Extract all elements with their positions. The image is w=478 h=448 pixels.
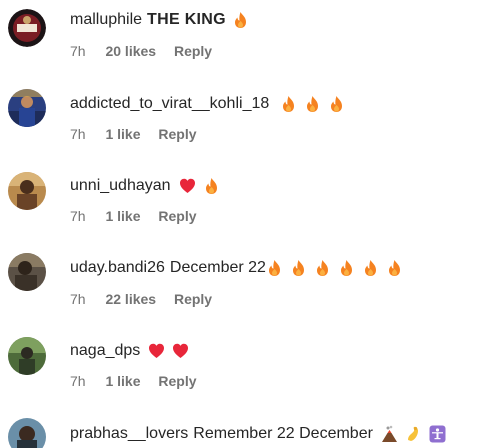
volcano-emoji bbox=[381, 425, 398, 443]
user-avatar[interactable] bbox=[8, 418, 46, 448]
comment-emojis bbox=[280, 95, 352, 113]
comment-time: 7h bbox=[70, 373, 86, 389]
red-heart-emoji bbox=[179, 177, 196, 195]
comment-username[interactable]: addicted_to_virat__kohli_18 bbox=[70, 94, 269, 114]
comment-likes[interactable]: 1 like bbox=[105, 373, 140, 389]
reply-button[interactable]: Reply bbox=[174, 291, 212, 307]
comment-emojis bbox=[266, 259, 410, 277]
fire-emoji bbox=[280, 95, 297, 113]
red-heart-emoji bbox=[172, 342, 189, 360]
person-lifting-weights-emoji bbox=[429, 425, 446, 443]
comment-text: December 22 bbox=[169, 259, 266, 276]
fire-emoji bbox=[266, 259, 283, 277]
reply-button[interactable]: Reply bbox=[158, 208, 196, 224]
comment-time: 7h bbox=[70, 208, 86, 224]
fire-emoji bbox=[338, 259, 355, 277]
comment-time: 7h bbox=[70, 43, 86, 59]
user-avatar[interactable] bbox=[8, 337, 46, 375]
comment-time: 7h bbox=[70, 126, 86, 142]
fire-emoji bbox=[362, 259, 379, 277]
comment-time: 7h bbox=[70, 291, 86, 307]
comment-username[interactable]: unni_udhayan bbox=[70, 176, 171, 196]
user-avatar[interactable] bbox=[8, 253, 46, 291]
user-avatar[interactable] bbox=[8, 172, 46, 210]
comment-text: THE KING bbox=[147, 11, 226, 28]
comment-text: Remember 22 December bbox=[193, 425, 373, 442]
fire-emoji bbox=[203, 177, 220, 195]
comment-username[interactable]: naga_dps bbox=[70, 341, 140, 361]
fire-emoji bbox=[232, 11, 249, 29]
comment-likes[interactable]: 20 likes bbox=[105, 43, 156, 59]
fire-emoji bbox=[304, 95, 321, 113]
reply-button[interactable]: Reply bbox=[174, 43, 212, 59]
comment-emojis bbox=[179, 177, 227, 195]
fire-emoji bbox=[314, 259, 331, 277]
fire-emoji bbox=[290, 259, 307, 277]
comment-likes[interactable]: 1 like bbox=[105, 208, 140, 224]
fire-emoji bbox=[328, 95, 345, 113]
reply-button[interactable]: Reply bbox=[158, 126, 196, 142]
comment-username[interactable]: prabhas__lovers bbox=[70, 424, 188, 444]
comment-emojis bbox=[232, 11, 256, 29]
comment-username[interactable]: malluphile bbox=[70, 10, 142, 30]
comment-likes[interactable]: 1 like bbox=[105, 126, 140, 142]
user-avatar[interactable] bbox=[8, 9, 46, 47]
red-heart-emoji bbox=[148, 342, 165, 360]
fire-emoji bbox=[386, 259, 403, 277]
comment-likes[interactable]: 22 likes bbox=[105, 291, 156, 307]
reply-button[interactable]: Reply bbox=[158, 373, 196, 389]
user-avatar[interactable] bbox=[8, 89, 46, 127]
comment-emojis bbox=[148, 342, 196, 360]
flexed-biceps-emoji bbox=[405, 425, 422, 443]
comment-emojis bbox=[381, 425, 453, 443]
comment-username[interactable]: uday.bandi26 bbox=[70, 258, 165, 278]
